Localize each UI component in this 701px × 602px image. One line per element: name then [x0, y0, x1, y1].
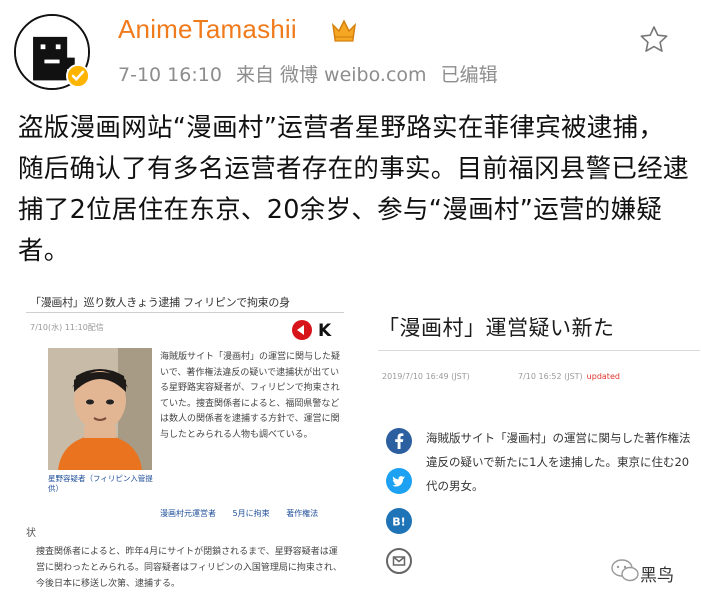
facebook-icon[interactable] [386, 428, 412, 454]
related-links: 漫画村元運営者 5月に拘束 著作権法 [160, 508, 332, 519]
divider [26, 312, 344, 313]
updated-date: 7/10 16:52 (JST) [518, 372, 583, 381]
news-image-right[interactable]: 「漫画村」運営疑い新た 2019/7/10 16:49 (JST) 7/10 1… [372, 288, 701, 602]
username[interactable]: AnimeTamashii [118, 14, 297, 45]
suspect-photo [48, 348, 152, 470]
right-date-updated: 7/10 16:52 (JST) updated [518, 372, 620, 381]
left-article-text-2: 捜査関係者によると、昨年4月にサイトが閉鎖されるまで、星野容疑者は運営に関わった… [36, 547, 342, 589]
news-logo-icon: K [292, 320, 332, 341]
twitter-icon[interactable] [386, 468, 412, 494]
left-fragment-text: 状 [26, 528, 36, 539]
post-source[interactable]: 来自 微博 weibo.com [236, 64, 427, 86]
verified-badge-icon [66, 64, 90, 88]
post-meta: 7-10 16:10 来自 微博 weibo.com 已编辑 [118, 60, 506, 87]
favorite-star-icon[interactable] [638, 24, 670, 56]
post-time: 7-10 16:10 [118, 64, 222, 86]
news-image-left[interactable]: 「漫画村」巡り数人きょう逮捕 フィリピンで拘束の身 7/10(水) 11:10配… [20, 288, 348, 602]
divider [378, 350, 700, 351]
related-link[interactable]: 5月に拘束 [233, 509, 270, 518]
right-date-published: 2019/7/10 16:49 (JST) [382, 372, 470, 381]
vip-crown-icon [331, 19, 357, 42]
related-link[interactable]: 漫画村元運営者 [160, 509, 216, 518]
svg-text:K: K [318, 321, 332, 341]
left-article-text: 海賊版サイト「漫画村」の運営に関与した疑いで、著作権法違反の疑いで逮捕状が出てい… [160, 352, 341, 440]
mail-icon[interactable] [386, 548, 412, 574]
right-article-text: 海賊版サイト「漫画村」の運営に関与した著作権法違反の疑いで新たに1人を逮捕した。… [426, 431, 691, 493]
bookmark-icon[interactable]: B! [386, 508, 412, 534]
right-headline: 「漫画村」運営疑い新た [378, 316, 615, 340]
updated-label: updated [586, 372, 620, 381]
left-date: 7/10(水) 11:10配信 [30, 323, 104, 332]
related-link[interactable]: 著作権法 [286, 509, 318, 518]
watermark-text: 黑鸟 [640, 566, 674, 586]
svg-text:B!: B! [392, 516, 405, 529]
left-headline: 「漫画村」巡り数人きょう逮捕 フィリピンで拘束の身 [30, 296, 290, 309]
photo-caption[interactable]: 星野容疑者（フィリピン入管提供） [48, 474, 154, 494]
post-text: 盗版漫画网站“漫画村”运营者星野路实在菲律宾被逮捕，随后确认了有多名运营者存在的… [18, 113, 689, 266]
edited-label[interactable]: 已编辑 [441, 64, 498, 86]
